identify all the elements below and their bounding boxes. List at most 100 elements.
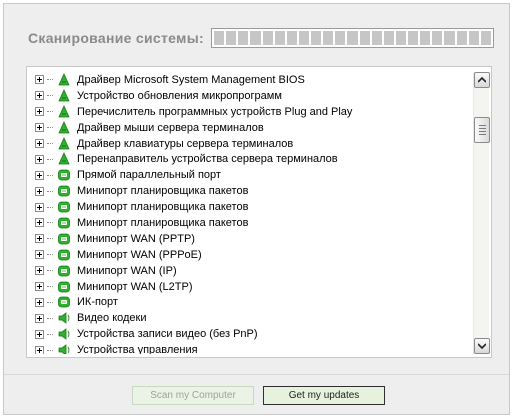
progress-segment [214,31,225,45]
expand-plus-icon[interactable] [35,75,44,85]
tree-connector [47,206,53,208]
vertical-scrollbar[interactable] [473,72,490,354]
progress-segment [286,31,297,45]
expand-plus-icon[interactable] [35,218,44,228]
progress-segment [226,31,237,45]
progress-segment [408,31,419,45]
expand-plus-icon[interactable] [35,186,44,196]
device-tree[interactable]: Драйвер Microsoft System Management BIOS… [35,72,467,354]
expand-plus-icon[interactable] [35,107,44,117]
tree-connector [47,190,53,192]
tree-connector [47,349,53,351]
tree-row-label: Драйвер клавиатуры сервера терминалов [77,137,294,150]
tree-row-label: Видео кодеки [77,312,147,325]
driver-tree-icon [57,88,71,103]
tree-connector [47,254,53,256]
tree-connector [47,317,53,319]
tree-row[interactable]: Минипорт WAN (L2TP) [35,279,467,295]
progress-segment [311,31,322,45]
expand-plus-icon[interactable] [35,297,44,307]
tree-row[interactable]: ИК-порт [35,294,467,310]
scroll-down-button[interactable] [474,338,490,354]
scan-progress-bar [211,28,494,48]
tree-row[interactable]: Устройства управления [35,342,467,354]
progress-segment [371,31,382,45]
expand-plus-icon[interactable] [35,282,44,292]
tree-row[interactable]: Драйвер Microsoft System Management BIOS [35,72,467,88]
network-adapter-icon [57,184,71,198]
progress-segment [238,31,249,45]
tree-row-label: Драйвер Microsoft System Management BIOS [77,73,305,86]
progress-segment [432,31,443,45]
tree-connector [47,238,53,240]
tree-row[interactable]: Устройства записи видео (без PnP) [35,326,467,342]
get-updates-button[interactable]: Get my updates [263,386,385,405]
expand-plus-icon[interactable] [35,154,44,164]
expand-plus-icon[interactable] [35,329,44,339]
tree-row-label: Перечислитель программных устройств Plug… [77,105,353,118]
scroll-up-button[interactable] [474,72,490,88]
expand-plus-icon[interactable] [35,266,44,276]
tree-row-label: Прямой параллельный порт [77,169,221,182]
scan-computer-button[interactable]: Scan my Computer [132,386,254,405]
tree-row-label: Минипорт WAN (IP) [77,264,177,277]
progress-segment [383,31,394,45]
tree-row[interactable]: Минипорт планировщика пакетов [35,183,467,199]
driver-tree-icon [57,104,71,119]
tree-row[interactable]: Минипорт WAN (IP) [35,263,467,279]
progress-segment [444,31,455,45]
tree-row-label: Минипорт WAN (PPTP) [77,232,195,245]
tree-connector [47,158,53,160]
tree-connector [47,95,53,97]
driver-tree-icon [57,136,71,151]
tree-row[interactable]: Минипорт WAN (PPPoE) [35,247,467,263]
tree-row[interactable]: Прямой параллельный порт [35,167,467,183]
progress-segment [347,31,358,45]
network-adapter-icon [57,168,71,182]
progress-segment [298,31,309,45]
tree-row[interactable]: Минипорт планировщика пакетов [35,199,467,215]
network-adapter-icon [57,216,71,230]
tree-row[interactable]: Перенаправитель устройства сервера терми… [35,151,467,167]
tree-row-label: Устройства управления [77,344,198,354]
tree-row[interactable]: Драйвер мыши сервера терминалов [35,120,467,136]
expand-plus-icon[interactable] [35,123,44,133]
progress-segment [335,31,346,45]
expand-plus-icon[interactable] [35,234,44,244]
network-adapter-icon [57,232,71,246]
tree-row-label: ИК-порт [77,296,118,309]
tree-row[interactable]: Устройство обновления микропрограмм [35,88,467,104]
device-tree-panel: Драйвер Microsoft System Management BIOS… [26,66,492,358]
tree-row-label: Минипорт WAN (L2TP) [77,280,193,293]
chevron-up-icon [478,77,486,83]
tree-connector [47,286,53,288]
progress-segment [250,31,261,45]
tree-row[interactable]: Минипорт планировщика пакетов [35,215,467,231]
tree-row[interactable]: Минипорт WAN (PPTP) [35,231,467,247]
tree-connector [47,111,53,113]
expand-plus-icon[interactable] [35,250,44,260]
expand-plus-icon[interactable] [35,313,44,323]
driver-tree-icon [57,152,71,166]
tree-connector [47,174,53,176]
progress-segment [468,31,479,45]
network-adapter-icon [57,264,71,278]
tree-row[interactable]: Перечислитель программных устройств Plug… [35,104,467,120]
footer-divider [4,374,509,375]
expand-plus-icon[interactable] [35,170,44,180]
progress-segment [262,31,273,45]
tree-row-label: Устройства записи видео (без PnP) [77,328,258,341]
scan-header: Сканирование системы: [28,28,496,50]
expand-plus-icon[interactable] [35,139,44,148]
expand-plus-icon[interactable] [35,91,44,101]
tree-row-label: Минипорт планировщика пакетов [77,185,249,198]
tree-row-label: Устройство обновления микропрограмм [77,89,282,102]
expand-plus-icon[interactable] [35,345,44,354]
tree-row[interactable]: Видео кодеки [35,310,467,326]
scan-title: Сканирование системы: [28,30,204,46]
expand-plus-icon[interactable] [35,202,44,212]
tree-row-label: Минипорт планировщика пакетов [77,201,249,214]
scroll-thumb[interactable] [474,117,490,143]
tree-row[interactable]: Драйвер клавиатуры сервера терминалов [35,136,467,152]
speaker-icon [57,327,71,341]
